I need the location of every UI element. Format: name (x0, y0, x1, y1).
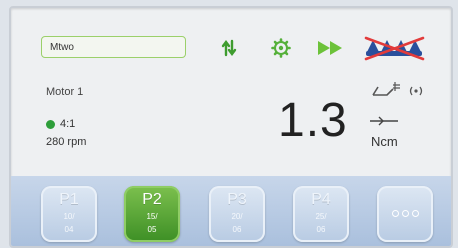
torque-limit-icon (369, 114, 399, 133)
handpiece-light-icon[interactable] (371, 82, 401, 103)
top-bar: Mtwo (11, 8, 451, 78)
sound-wave-icon[interactable] (407, 84, 425, 102)
speed-value: 280 rpm (46, 136, 87, 148)
status-indicator (46, 119, 55, 129)
gear-ratio-value: 4:1 (60, 118, 76, 130)
program-taper: 05 (147, 225, 157, 234)
program-size: 10/ (63, 212, 75, 221)
instrument-name-field[interactable]: Mtwo (41, 36, 186, 58)
program-name: P4 (311, 191, 331, 208)
fast-forward-icon[interactable] (317, 40, 345, 61)
gear-icon[interactable] (271, 38, 291, 63)
torque-value: 1.3 (278, 94, 348, 147)
program-size: 20/ (231, 212, 243, 221)
program-taper: 06 (316, 225, 326, 234)
swap-arrows-icon[interactable] (221, 39, 237, 62)
program-taper: 06 (232, 225, 242, 234)
device-screen: Mtwo Motor 1 4:1 280 rpm 1.3 Ncm P1 10/ … (9, 6, 453, 248)
program-name: P1 (59, 191, 79, 208)
program-button-p2[interactable]: P2 15/ 05 (124, 186, 180, 242)
program-size: 15/ (146, 212, 158, 221)
program-name: P3 (227, 191, 247, 208)
program-button-p3[interactable]: P3 20/ 06 (209, 186, 265, 242)
gear-ratio: 4:1 (46, 118, 75, 130)
crossed-out-instrument-icon[interactable] (363, 32, 427, 67)
program-button-p1[interactable]: P1 10/ 04 (41, 186, 97, 242)
torque-unit: Ncm (371, 134, 398, 149)
program-button-p4[interactable]: P4 25/ 06 (293, 186, 349, 242)
motor-label: Motor 1 (46, 86, 84, 98)
program-taper: 04 (64, 225, 74, 234)
program-name: P2 (142, 191, 162, 208)
program-size: 25/ (315, 212, 327, 221)
program-bar: P1 10/ 04 P2 15/ 05 P3 20/ 06 P4 25/ 06 (11, 176, 451, 246)
more-programs-button[interactable] (377, 186, 433, 242)
more-dots-icon (377, 210, 433, 217)
